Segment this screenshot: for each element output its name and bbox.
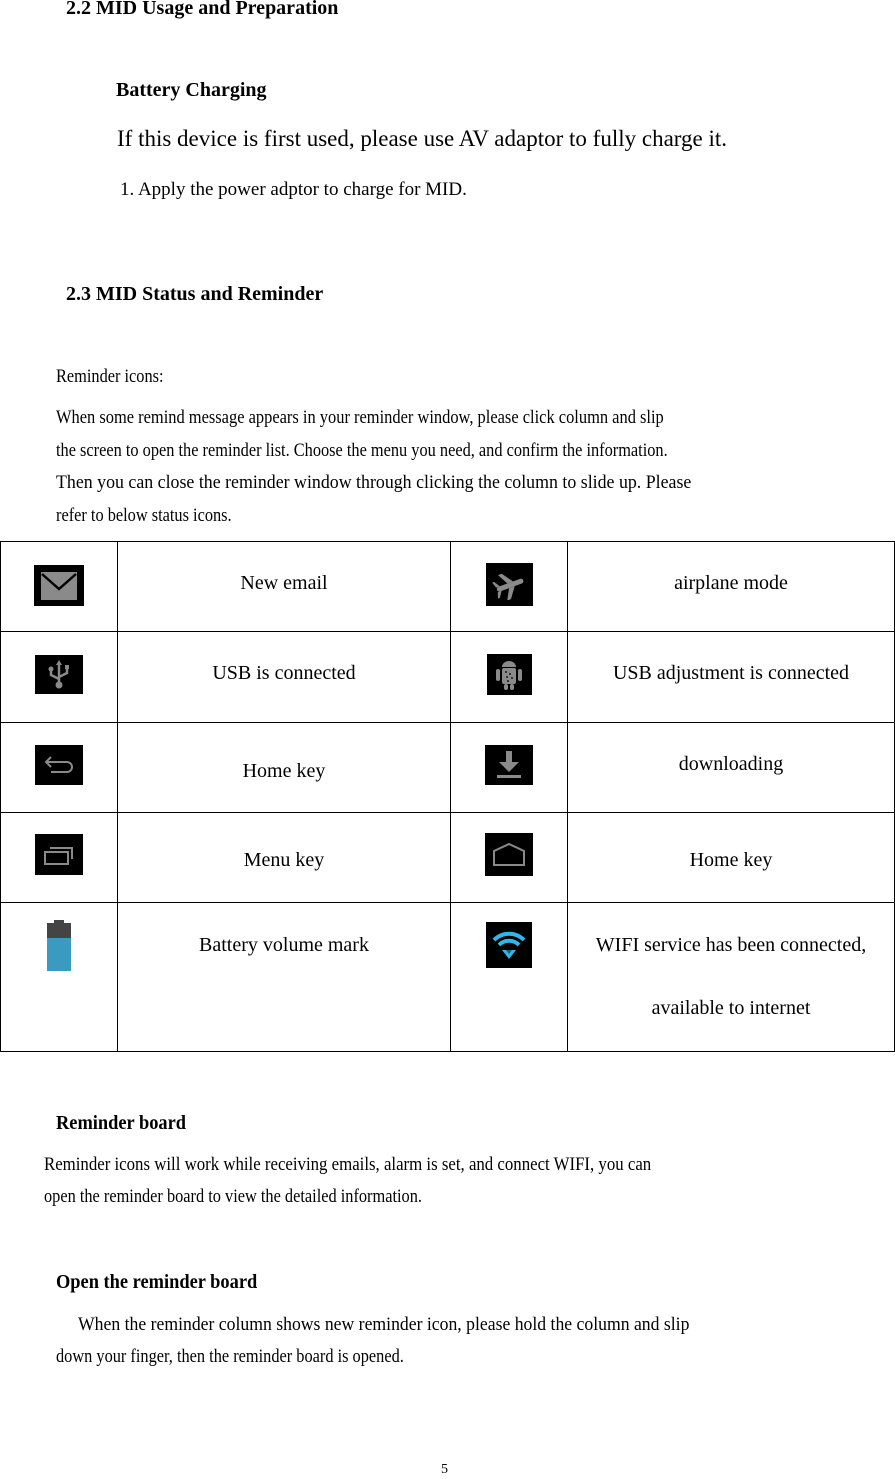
page-number: 5 xyxy=(441,1462,448,1477)
reminder-board-line: Reminder icons will work while receiving… xyxy=(44,1154,652,1175)
open-reminder-board-line: When the reminder column shows new remin… xyxy=(78,1314,690,1335)
icon-label: airplane mode xyxy=(674,572,788,594)
label-cell: Home key xyxy=(117,722,451,813)
download-icon xyxy=(485,745,533,785)
table-row: Home key downloading xyxy=(0,722,895,813)
reminder-board-line: open the reminder board to view the deta… xyxy=(44,1186,422,1207)
label-cell: Menu key xyxy=(117,812,451,903)
open-reminder-board-heading: Open the reminder board xyxy=(56,1271,258,1293)
icon-label: Battery volume mark xyxy=(199,934,369,956)
paragraph-line: the screen to open the reminder list. Ch… xyxy=(56,440,668,461)
table-row: Menu key Home key xyxy=(0,812,895,903)
usb-icon xyxy=(35,655,83,694)
step-1: 1. Apply the power adptor to charge for … xyxy=(120,179,467,200)
label-cell: airplane mode xyxy=(567,541,895,632)
icon-label: USB adjustment is connected xyxy=(612,662,850,684)
icon-label: USB is connected xyxy=(212,662,356,684)
battery-icon xyxy=(43,920,75,971)
icon-cell xyxy=(450,631,568,723)
email-icon xyxy=(34,565,84,606)
paragraph-line: When some remind message appears in your… xyxy=(56,407,664,428)
battery-note: If this device is first used, please use… xyxy=(117,126,728,151)
label-cell: WIFI service has been connected, availab… xyxy=(567,902,895,1052)
section-2-3-title: 2.3 MID Status and Reminder xyxy=(66,283,324,305)
label-cell: Battery volume mark xyxy=(117,902,451,1052)
icon-cell xyxy=(450,541,568,632)
label-cell: USB adjustment is connected xyxy=(567,631,895,723)
home-icon xyxy=(485,833,533,876)
android-debug-icon xyxy=(486,654,532,695)
paragraph-line: Then you can close the reminder window t… xyxy=(56,472,692,493)
recent-apps-icon xyxy=(35,834,83,875)
icon-label: Home key xyxy=(242,760,326,782)
battery-charging-heading: Battery Charging xyxy=(116,79,267,101)
icon-cell xyxy=(450,722,568,813)
icon-label: Menu key xyxy=(243,849,325,871)
paragraph-line: refer to below status icons. xyxy=(56,505,232,526)
icon-label-line-2: available to internet xyxy=(651,997,811,1019)
icon-cell xyxy=(450,902,568,1052)
icon-cell xyxy=(450,812,568,903)
label-cell: USB is connected xyxy=(117,631,451,723)
label-cell: New email xyxy=(117,541,451,632)
airplane-icon xyxy=(485,563,533,606)
icon-cell xyxy=(0,541,118,632)
reminder-icons-label: Reminder icons: xyxy=(56,366,164,387)
label-cell: downloading xyxy=(567,722,895,813)
icon-label: New email xyxy=(240,572,328,594)
open-reminder-board-line: down your finger, then the reminder boar… xyxy=(56,1346,404,1367)
reminder-board-heading: Reminder board xyxy=(56,1112,187,1134)
icon-cell xyxy=(0,722,118,813)
table-row: USB is connected USB adjustment is conne… xyxy=(0,631,895,723)
icon-label: Home key xyxy=(689,849,773,871)
icon-label: WIFI service has been connected, xyxy=(595,934,867,956)
icon-cell xyxy=(0,631,118,723)
wifi-icon xyxy=(486,922,532,968)
icon-cell xyxy=(0,902,118,1052)
section-2-2-title: 2.2 MID Usage and Preparation xyxy=(66,0,339,19)
status-icons-table: New email airplane mode USB is connected… xyxy=(0,541,895,1052)
table-row: New email airplane mode xyxy=(0,541,895,632)
icon-label: downloading xyxy=(678,753,784,775)
table-row: Battery volume mark WIFI service has bee… xyxy=(0,902,895,1052)
label-cell: Home key xyxy=(567,812,895,903)
icon-cell xyxy=(0,812,118,903)
back-arrow-icon xyxy=(35,745,83,785)
